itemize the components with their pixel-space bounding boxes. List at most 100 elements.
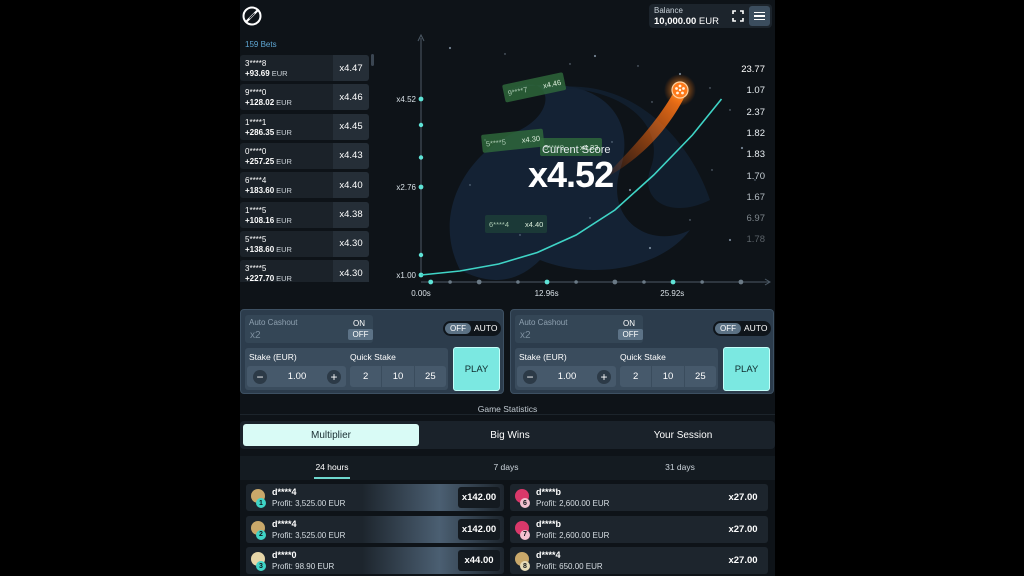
minus-icon: − xyxy=(253,369,267,384)
balance-box: Balance 10,000.00 EUR xyxy=(649,4,772,28)
quick-stake-button[interactable]: 2 xyxy=(350,366,381,387)
quick-stake-button[interactable]: 25 xyxy=(683,366,716,387)
bet-profit: +183.60 EUR xyxy=(245,186,292,196)
auto-cashout-field[interactable]: Auto Cashout x2 ON OFF xyxy=(245,315,373,343)
x-axis-dot xyxy=(738,279,744,285)
play-button[interactable]: PLAY xyxy=(723,347,770,391)
auto-cashout-on-label[interactable]: ON xyxy=(353,319,365,328)
y-tick-label: x4.52 xyxy=(396,95,416,104)
x-axis-dot xyxy=(476,279,482,285)
recent-multiplier: 1.07 xyxy=(746,85,766,97)
period-7-days[interactable]: 7 days xyxy=(466,462,546,472)
big-win-row: 3 d****0 Profit: 98.90 EUR x44.00 xyxy=(246,547,504,574)
bet-row: 9****0 +128.02 EUR x4.46 xyxy=(240,84,369,111)
floating-cashout-mult: x4.40 xyxy=(525,220,543,229)
fullscreen-icon[interactable] xyxy=(731,9,745,23)
tab-big-wins[interactable]: Big Wins xyxy=(422,424,598,446)
bet-profit: +286.35 EUR xyxy=(245,127,292,137)
star xyxy=(637,65,639,67)
x-axis-dot xyxy=(544,279,550,285)
auto-cashout-value: x2 xyxy=(520,330,531,341)
rank-badge: 6 xyxy=(520,498,530,508)
auto-toggle-off[interactable]: OFF xyxy=(445,323,471,334)
big-win-row: 1 d****4 Profit: 3,525.00 EUR x142.00 xyxy=(246,484,504,511)
bet-profit: +257.25 EUR xyxy=(245,156,292,166)
stake-box: Stake (EUR) Quick Stake − 1.00 + 2 10 25 xyxy=(515,348,718,390)
star xyxy=(728,238,732,242)
bet-user: 3****5 xyxy=(245,264,267,274)
auto-cashout-off-button[interactable]: OFF xyxy=(348,329,373,340)
auto-toggle-label: AUTO xyxy=(474,323,498,333)
play-button[interactable]: PLAY xyxy=(453,347,500,391)
tab-multiplier[interactable]: Multiplier xyxy=(243,424,419,446)
star xyxy=(504,53,506,55)
stake-input[interactable]: 1.00 xyxy=(277,371,317,382)
tab-your-session[interactable]: Your Session xyxy=(595,424,771,446)
x-axis-dot xyxy=(428,279,434,285)
bet-user: 5****5 xyxy=(245,234,267,244)
bet-multiplier: x4.30 xyxy=(333,230,369,257)
period-24-hours[interactable]: 24 hours xyxy=(292,462,372,472)
big-win-row: 8 d****4 Profit: 650.00 EUR x27.00 xyxy=(510,547,768,574)
y-minor-dot xyxy=(418,155,424,160)
period-31-days[interactable]: 31 days xyxy=(640,462,720,472)
auto-toggle[interactable]: OFF AUTO xyxy=(443,321,501,336)
x-axis-dot xyxy=(642,280,646,284)
ball-spot xyxy=(681,91,684,95)
bet-user: 6****4 xyxy=(245,176,267,186)
auto-toggle-off[interactable]: OFF xyxy=(715,323,741,334)
auto-toggle[interactable]: OFF AUTO xyxy=(713,321,771,336)
stake-input[interactable]: 1.00 xyxy=(547,371,587,382)
star xyxy=(569,63,571,65)
quick-stake-button[interactable]: 2 xyxy=(620,366,651,387)
bet-user: 9****0 xyxy=(245,88,267,98)
auto-cashout-off-button[interactable]: OFF xyxy=(618,329,643,340)
plus-button[interactable]: + xyxy=(594,366,614,387)
win-multiplier: x142.00 xyxy=(458,518,500,540)
plus-button[interactable]: + xyxy=(324,366,344,387)
bet-panel: Auto Cashout x2 ON OFF OFF AUTO Stake (E… xyxy=(510,309,774,394)
bets-scrollbar[interactable] xyxy=(371,54,374,66)
win-user: d****4 xyxy=(272,487,297,497)
minus-button[interactable]: − xyxy=(250,366,270,387)
recent-multiplier: 6.97 xyxy=(746,213,766,225)
bets-list[interactable]: 3****8 +93.69 EUR x4.47 9****0 +128.02 EUR … xyxy=(240,54,372,282)
star xyxy=(611,141,613,143)
quick-stake-button[interactable]: 25 xyxy=(413,366,446,387)
bet-profit: +128.02 EUR xyxy=(245,98,292,108)
bet-multiplier: x4.30 xyxy=(333,260,369,282)
plus-icon: + xyxy=(327,369,341,384)
floating-cashout-mult: x4.30 xyxy=(521,134,540,145)
x-axis-dot xyxy=(516,280,520,284)
rank-badge: 8 xyxy=(520,561,530,571)
stats-tabs: Multiplier Big Wins Your Session xyxy=(240,421,775,449)
win-profit: Profit: 2,600.00 EUR xyxy=(536,530,610,540)
divider xyxy=(240,414,775,415)
star xyxy=(689,219,691,221)
x-tick-label: 12.96s xyxy=(535,289,559,298)
quick-stake-buttons: 2 10 25 xyxy=(620,366,716,387)
quick-stake-button[interactable]: 10 xyxy=(651,366,683,387)
stake-stepper: − 1.00 + xyxy=(517,366,616,387)
win-profit: Profit: 3,525.00 EUR xyxy=(272,499,346,508)
stake-label: Stake (EUR) xyxy=(519,352,567,362)
bet-row: 3****5 +227.70 EUR x4.30 xyxy=(240,260,369,282)
bet-row: 1****5 +108.16 EUR x4.38 xyxy=(240,201,369,228)
star xyxy=(651,101,653,103)
hamburger-menu-button[interactable] xyxy=(749,6,770,26)
plus-icon: + xyxy=(597,369,611,384)
game-app: Balance 10,000.00 EUR 159 Bets 3****8 +9… xyxy=(240,0,775,576)
stake-label: Stake (EUR) xyxy=(249,352,297,362)
bet-row: 5****5 +138.60 EUR x4.30 xyxy=(240,230,369,257)
win-profit: Profit: 98.90 EUR xyxy=(272,562,335,571)
ball-spot xyxy=(682,87,685,90)
ball-spot xyxy=(675,87,678,90)
auto-cashout-on-label[interactable]: ON xyxy=(623,319,635,328)
x-tick-label: 25.92s xyxy=(660,289,684,298)
quick-stake-button[interactable]: 10 xyxy=(381,366,413,387)
bet-row: 3****8 +93.69 EUR x4.47 xyxy=(240,55,369,81)
minus-button[interactable]: − xyxy=(520,366,540,387)
win-multiplier: x27.00 xyxy=(728,523,758,535)
auto-cashout-field[interactable]: Auto Cashout x2 ON OFF xyxy=(515,315,643,343)
floating-cashout-tag: 6****4 x4.40 xyxy=(485,215,547,233)
